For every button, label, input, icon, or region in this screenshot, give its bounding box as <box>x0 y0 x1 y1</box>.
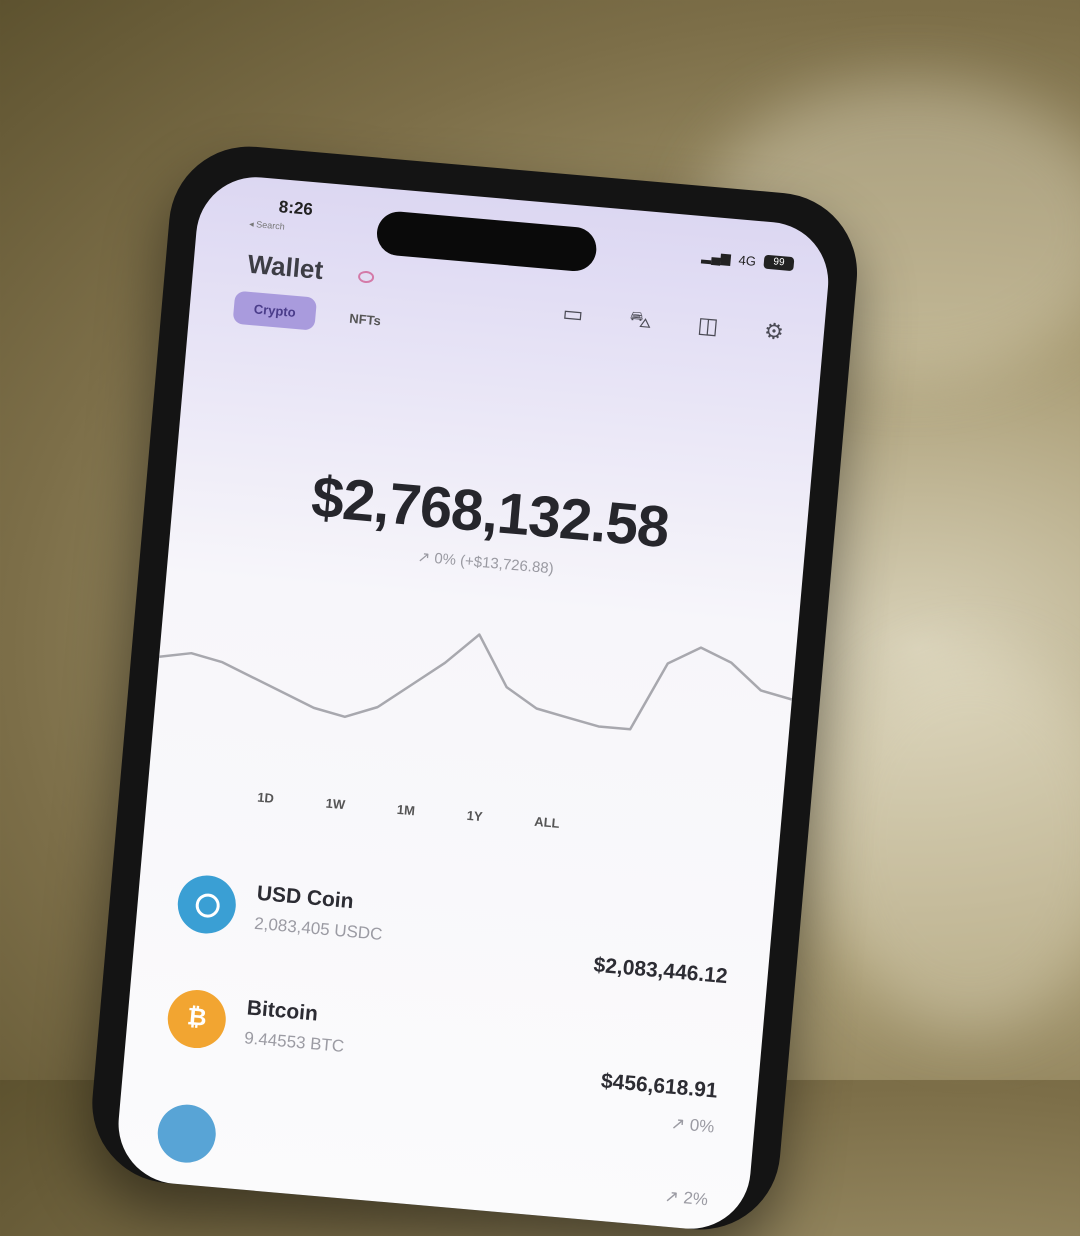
dynamic-island <box>375 209 599 273</box>
asset-change: ↗ 0% <box>670 1113 716 1137</box>
bitcoin-icon <box>165 987 229 1051</box>
card-icon[interactable]: ▭ <box>561 300 585 331</box>
status-time: 8:26 <box>278 197 314 220</box>
asset-name: Bitcoin <box>245 996 319 1026</box>
status-indicators: ▂▄▆ 4G 99 <box>701 248 795 272</box>
status-back-link[interactable]: ◂ Search <box>249 219 285 233</box>
range-1y[interactable]: 1Y <box>466 808 483 824</box>
time-range-selector: 1D 1W 1M 1Y ALL <box>257 790 561 831</box>
battery-icon: 99 <box>763 254 795 272</box>
signal-icon: ▂▄▆ <box>701 248 732 266</box>
car-icon[interactable]: ⛍ <box>628 306 653 337</box>
range-1d[interactable]: 1D <box>257 790 275 806</box>
network-label: 4G <box>738 251 757 269</box>
notification-icon[interactable]: ◫ <box>696 312 720 343</box>
range-1m[interactable]: 1M <box>396 802 415 819</box>
tab-nfts[interactable]: NFTs <box>349 311 382 329</box>
tab-crypto[interactable]: Crypto <box>232 290 317 331</box>
range-1w[interactable]: 1W <box>325 796 346 813</box>
visibility-icon[interactable] <box>357 270 375 284</box>
fabric-highlight <box>820 650 1080 1030</box>
usdc-icon <box>175 873 239 936</box>
asset-value: $456,618.91 <box>600 1069 719 1103</box>
phone-device: 8:26 ◂ Search ▂▄▆ 4G 99 Wallet ▭ ⛍ ◫ ⚙ C… <box>85 139 864 1236</box>
asset-amount: 9.44553 BTC <box>243 1028 345 1056</box>
wallet-screen: 8:26 ◂ Search ▂▄▆ 4G 99 Wallet ▭ ⛍ ◫ ⚙ C… <box>113 172 834 1234</box>
asset-name: USD Coin <box>255 881 355 914</box>
range-all[interactable]: ALL <box>534 814 560 831</box>
asset-change: ↗ 2% <box>663 1186 709 1210</box>
page-title: Wallet <box>246 248 325 286</box>
header-actions: ▭ ⛍ ◫ ⚙ <box>561 300 785 348</box>
asset-amount: 2,083,405 USDC <box>253 913 384 944</box>
asset-value: $2,083,446.12 <box>592 953 729 989</box>
settings-icon[interactable]: ⚙ <box>763 318 785 349</box>
portfolio-line-chart[interactable] <box>155 591 797 766</box>
chart-series-line <box>159 633 793 731</box>
ethereum-icon <box>155 1102 219 1166</box>
